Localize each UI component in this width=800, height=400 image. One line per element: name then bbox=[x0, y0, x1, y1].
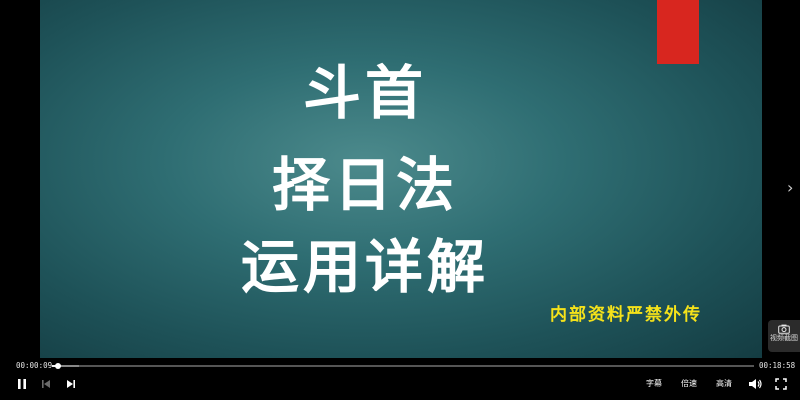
slide-title-line-2: 择日法 bbox=[271, 151, 458, 219]
previous-button[interactable] bbox=[38, 376, 54, 392]
watermark-text: 内部资料严禁外传 bbox=[550, 305, 702, 325]
video-screenshot-button[interactable]: 视频截图 bbox=[768, 320, 800, 352]
camera-icon bbox=[778, 324, 790, 334]
pause-icon bbox=[18, 379, 26, 389]
progress-handle[interactable] bbox=[54, 363, 61, 369]
slide-title-line-3: 运用详解 bbox=[240, 233, 489, 301]
current-time: 00:00:09 bbox=[16, 361, 53, 370]
video-player[interactable]: 斗首 择日法 运用详解 内部资料严禁外传 › 视频截图 00:00:09 00:… bbox=[0, 0, 800, 400]
skip-previous-icon bbox=[42, 380, 50, 388]
fullscreen-button[interactable] bbox=[773, 376, 789, 392]
volume-icon bbox=[749, 379, 762, 389]
subtitle-button[interactable]: 字幕 bbox=[646, 378, 662, 389]
video-screenshot-label: 视频截图 bbox=[770, 334, 798, 342]
skip-next-icon bbox=[67, 380, 75, 388]
slide-title-line-1: 斗首 bbox=[302, 59, 427, 127]
progress-bar[interactable] bbox=[52, 363, 754, 369]
total-time: 00:18:58 bbox=[759, 361, 796, 370]
fullscreen-icon bbox=[775, 378, 787, 390]
video-area[interactable]: 斗首 择日法 运用详解 内部资料严禁外传 › 视频截图 bbox=[0, 0, 800, 358]
quality-button[interactable]: 高清 bbox=[716, 378, 732, 389]
control-bar: 00:00:09 00:18:58 字幕 倍速 高清 bbox=[0, 358, 800, 400]
volume-button[interactable] bbox=[747, 376, 763, 392]
slide: 斗首 择日法 运用详解 内部资料严禁外传 bbox=[40, 0, 762, 358]
speed-button[interactable]: 倍速 bbox=[681, 378, 697, 389]
chevron-right-icon[interactable]: › bbox=[787, 178, 793, 197]
next-button[interactable] bbox=[63, 376, 79, 392]
pause-button[interactable] bbox=[14, 376, 30, 392]
